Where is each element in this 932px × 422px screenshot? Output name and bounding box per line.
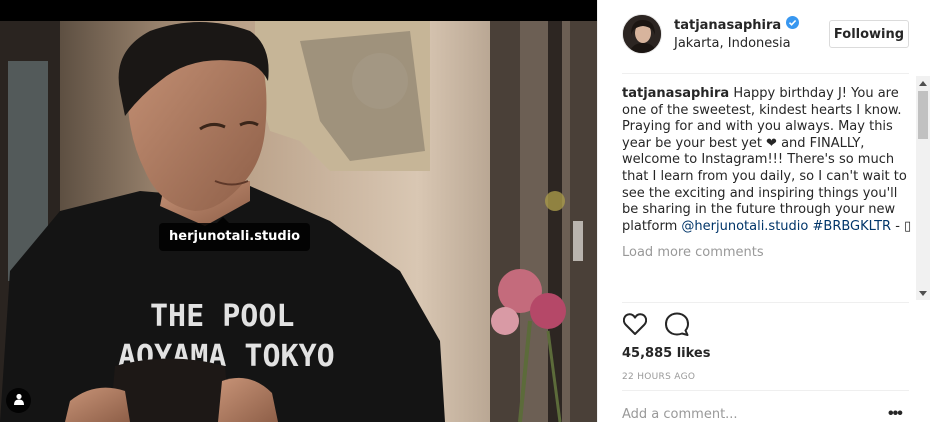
caption-mention-link[interactable]: @herjunotali.studio (681, 219, 808, 234)
scrollbar-thumb[interactable] (918, 91, 928, 139)
divider (622, 390, 909, 391)
caption: tatjanasaphira Happy birthday J! You are… (622, 86, 912, 235)
username-link[interactable]: tatjanasaphira (674, 18, 781, 33)
more-options-button[interactable]: ••• (888, 406, 903, 422)
post-actions (622, 312, 690, 341)
username-row: tatjanasaphira (674, 16, 800, 34)
location-link[interactable]: Jakarta, Indonesia (674, 36, 791, 51)
following-button[interactable]: Following (829, 20, 909, 48)
comments-list: tatjanasaphira Happy birthday J! You are… (622, 86, 912, 296)
divider (622, 73, 909, 74)
post-timestamp[interactable]: 22 HOURS AGO (622, 372, 695, 382)
avatar[interactable] (622, 14, 662, 54)
divider (622, 302, 909, 303)
photo-illustration: THE POOL AOYAMA TOKYO (0, 21, 597, 422)
post-header: tatjanasaphira Jakarta, Indonesia Follow… (598, 0, 932, 73)
comments-scrollbar[interactable] (916, 76, 930, 300)
post-sidebar: tatjanasaphira Jakarta, Indonesia Follow… (597, 0, 932, 422)
caption-username-link[interactable]: tatjanasaphira (622, 86, 729, 101)
scroll-down-arrow-icon[interactable] (916, 286, 930, 300)
user-tags-button[interactable] (6, 388, 31, 413)
photo-user-tag[interactable]: herjunotali.studio (159, 217, 311, 251)
person-icon (13, 392, 25, 410)
scroll-up-arrow-icon[interactable] (916, 76, 930, 90)
like-button[interactable] (622, 312, 648, 340)
photo-scene: THE POOL AOYAMA TOKYO (0, 21, 597, 422)
load-more-comments-button[interactable]: Load more comments (622, 245, 912, 260)
comment-button[interactable] (664, 312, 690, 341)
comment-icon (665, 312, 689, 341)
verified-badge-icon (786, 16, 800, 34)
caption-text: Happy birthday J! You are one of the swe… (622, 86, 907, 234)
caption-ending: - ▯ (895, 218, 912, 234)
heart-icon (622, 312, 648, 340)
shirt-text-line1: THE POOL (150, 299, 295, 334)
add-comment-input[interactable] (622, 404, 872, 422)
likes-count[interactable]: 45,885 likes (622, 346, 710, 361)
post-photo[interactable]: THE POOL AOYAMA TOKYO herjunotali.studio (0, 0, 597, 422)
caption-hashtag-link[interactable]: #BRBGKLTR (813, 219, 892, 234)
photo-top-bar (0, 0, 597, 21)
